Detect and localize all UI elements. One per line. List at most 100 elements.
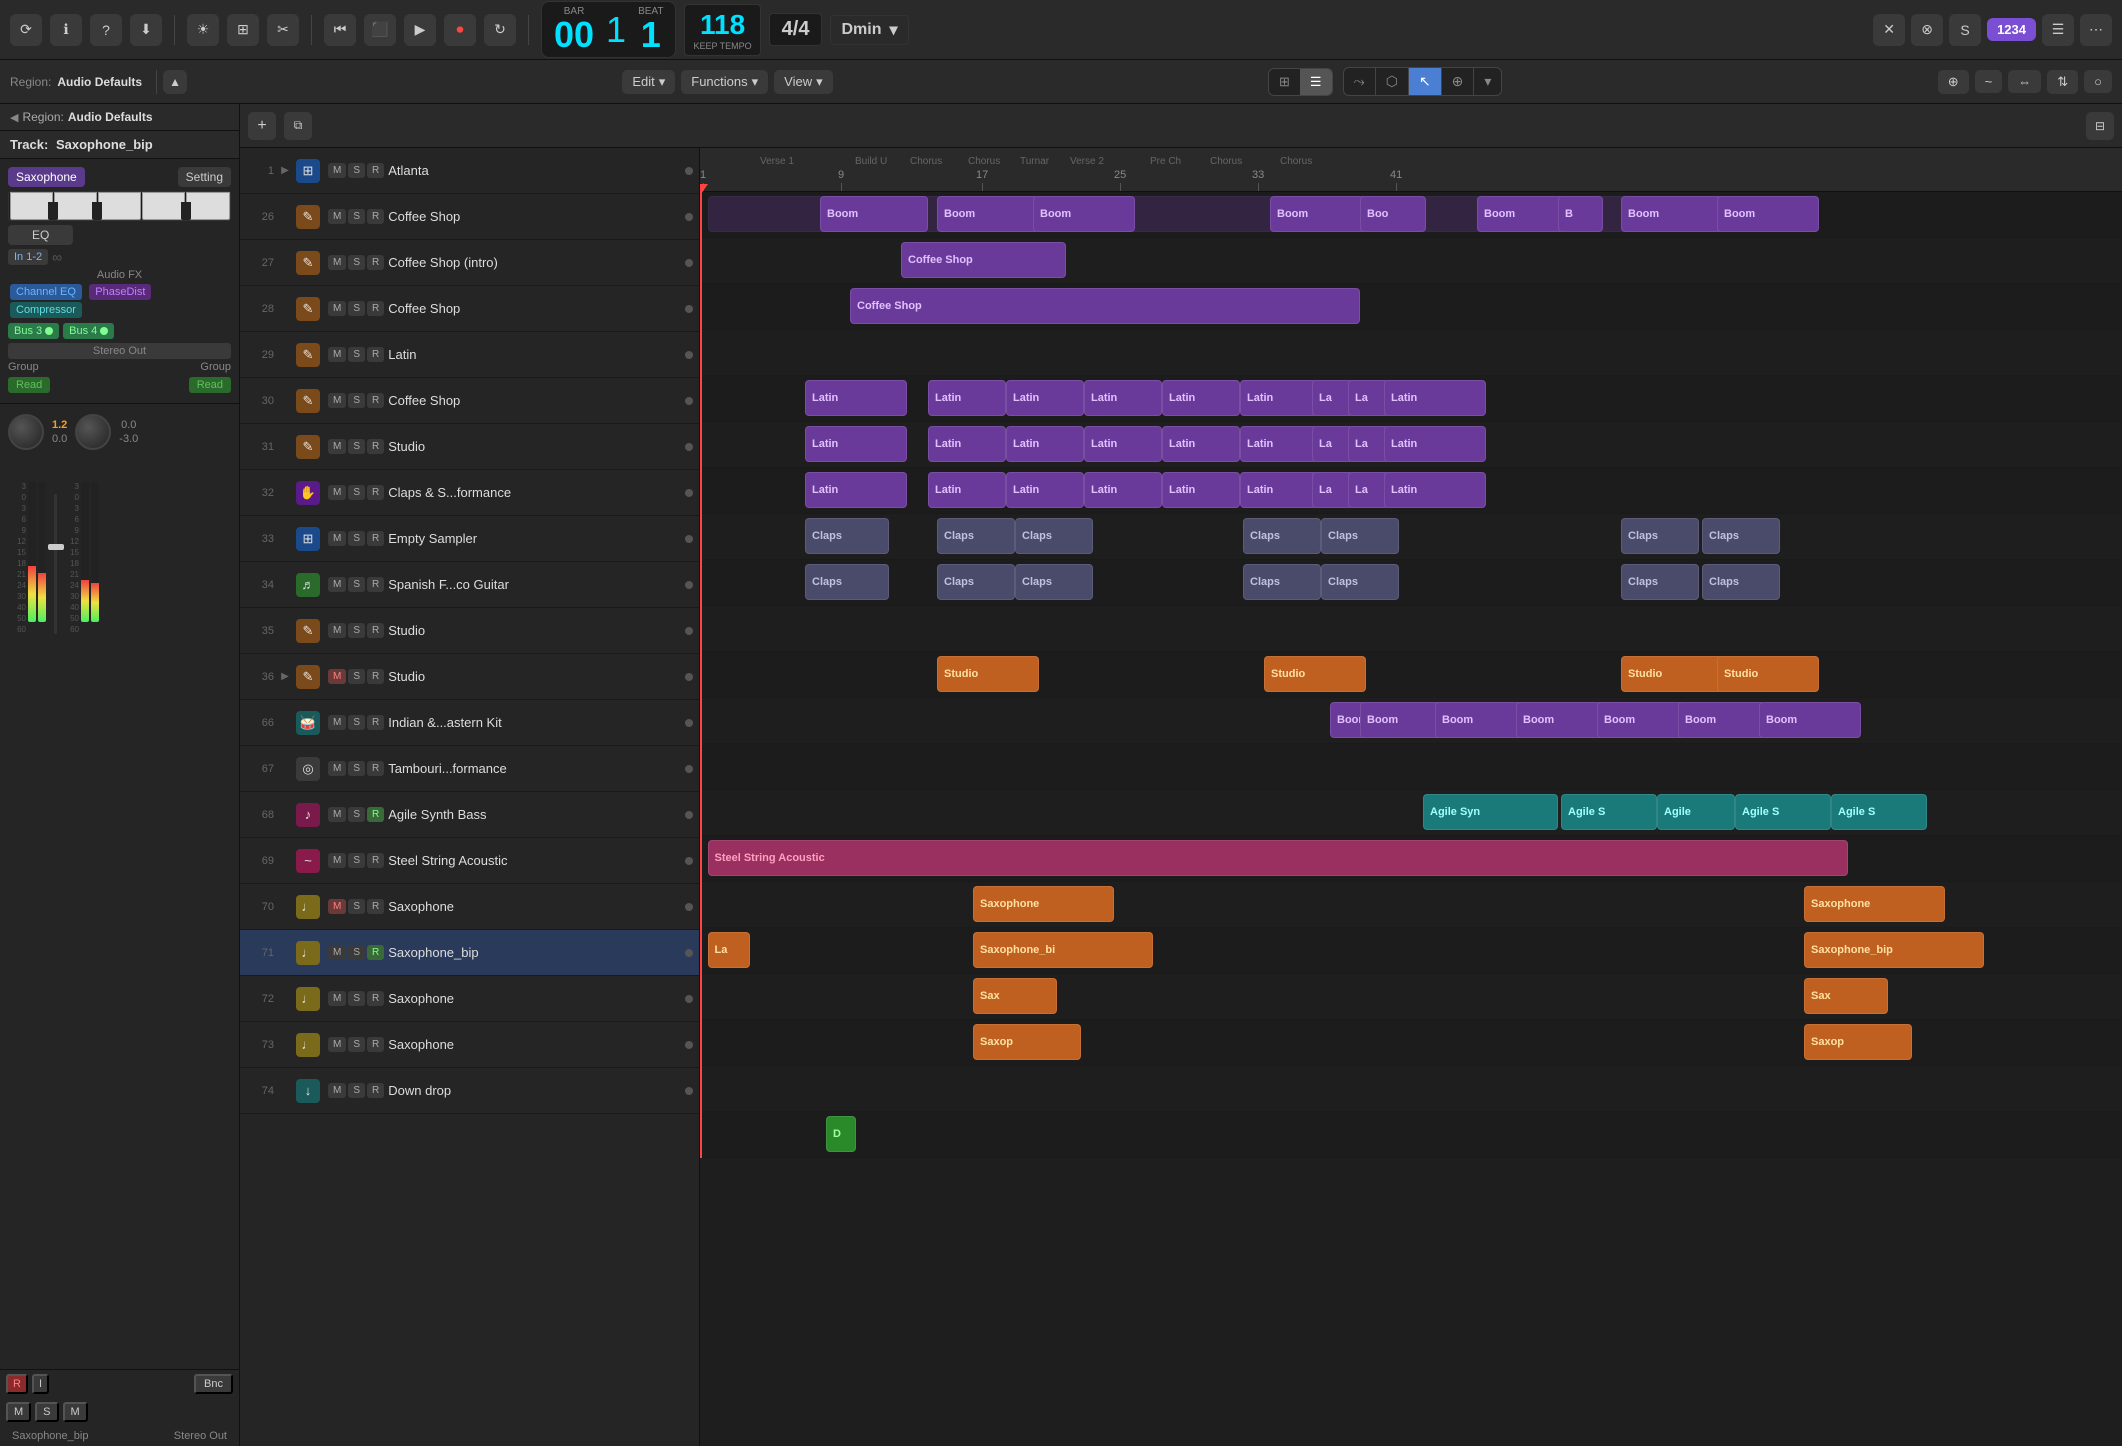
mute-btn[interactable]: M bbox=[328, 163, 346, 178]
mute-btn[interactable]: M bbox=[328, 347, 346, 362]
user-badge[interactable]: 1234 bbox=[1987, 18, 2036, 41]
track-row[interactable]: 31 ✎ M S R Studio bbox=[240, 424, 699, 470]
solo-btn[interactable]: S bbox=[348, 853, 365, 868]
mute-btn[interactable]: M bbox=[328, 439, 346, 454]
clip[interactable]: Claps bbox=[1621, 518, 1699, 554]
clip[interactable]: Claps bbox=[1702, 518, 1780, 554]
clip[interactable]: Latin bbox=[1006, 380, 1084, 416]
mute-btn[interactable]: M bbox=[328, 669, 346, 684]
mute-btn[interactable]: M bbox=[328, 1037, 346, 1052]
rec-btn[interactable]: R bbox=[367, 393, 384, 408]
clip[interactable]: Coffee Shop bbox=[901, 242, 1066, 278]
pointer-tool-btn[interactable]: ↖ bbox=[1409, 68, 1442, 95]
clip[interactable]: Boom bbox=[1477, 196, 1567, 232]
bus3-chip[interactable]: Bus 3 bbox=[8, 323, 59, 339]
rec-btn[interactable]: R bbox=[367, 991, 384, 1006]
rec-btn[interactable]: R bbox=[367, 577, 384, 592]
clip[interactable]: Boom bbox=[1759, 702, 1861, 738]
clip[interactable]: La bbox=[708, 932, 750, 968]
r-btn[interactable]: R bbox=[6, 1374, 28, 1394]
clip[interactable]: Claps bbox=[1015, 564, 1093, 600]
rewind-btn[interactable]: ⏮ bbox=[324, 14, 356, 46]
solo-btn[interactable]: S bbox=[348, 393, 365, 408]
track-row[interactable]: 32 ✋ M S R Claps & S...formance bbox=[240, 470, 699, 516]
rec-btn[interactable]: R bbox=[367, 347, 384, 362]
clip[interactable]: Claps bbox=[1243, 518, 1321, 554]
clip[interactable]: Boom bbox=[1033, 196, 1135, 232]
volume-knob[interactable] bbox=[8, 414, 44, 450]
mute-btn[interactable]: M bbox=[328, 1083, 346, 1098]
solo-btn[interactable]: S bbox=[348, 807, 365, 822]
view-menu[interactable]: View ▾ bbox=[774, 70, 832, 94]
mute-btn[interactable]: M bbox=[328, 301, 346, 316]
compressor-chip[interactable]: Compressor bbox=[10, 302, 82, 318]
list-btn[interactable]: ☰ bbox=[2042, 14, 2074, 46]
plugin-btn[interactable]: ⊗ bbox=[1911, 14, 1943, 46]
mute-btn[interactable]: M bbox=[328, 899, 346, 914]
help-btn[interactable]: ? bbox=[90, 14, 122, 46]
track-row[interactable]: 71 ♩ M S R Saxophone_bip bbox=[240, 930, 699, 976]
bus4-chip[interactable]: Bus 4 bbox=[63, 323, 114, 339]
track-expand[interactable]: ▶ bbox=[278, 164, 292, 178]
clip[interactable]: Latin bbox=[1006, 472, 1084, 508]
mute-btn[interactable]: M bbox=[328, 945, 346, 960]
loop-btn[interactable]: ⟳ bbox=[10, 14, 42, 46]
mixer-btn[interactable]: ⊞ bbox=[227, 14, 259, 46]
track-row[interactable]: 30 ✎ M S R Coffee Shop bbox=[240, 378, 699, 424]
track-row[interactable]: 26 ✎ M S R Coffee Shop bbox=[240, 194, 699, 240]
clip[interactable]: Latin bbox=[1240, 380, 1318, 416]
mute-btn[interactable]: M bbox=[328, 853, 346, 868]
clip[interactable]: Latin bbox=[1162, 426, 1240, 462]
clip[interactable]: Latin bbox=[928, 380, 1006, 416]
mute-btn[interactable]: M bbox=[328, 209, 346, 224]
rec-btn[interactable]: R bbox=[367, 301, 384, 316]
track-row[interactable]: 35 ✎ M S R Studio bbox=[240, 608, 699, 654]
clip[interactable]: Latin bbox=[1084, 472, 1162, 508]
clip[interactable]: Latin bbox=[1240, 472, 1318, 508]
clip[interactable]: Latin bbox=[1084, 380, 1162, 416]
rec-btn[interactable]: R bbox=[367, 623, 384, 638]
clip[interactable]: Boom bbox=[1621, 196, 1723, 232]
track-row[interactable]: 28 ✎ M S R Coffee Shop bbox=[240, 286, 699, 332]
duplicate-track-btn[interactable]: ⧉ bbox=[284, 112, 312, 140]
clip[interactable]: Latin bbox=[1384, 380, 1486, 416]
setting-btn[interactable]: Setting bbox=[178, 167, 231, 187]
s-btn-bottom[interactable]: S bbox=[35, 1402, 58, 1422]
clip[interactable]: Boom bbox=[1717, 196, 1819, 232]
mute-btn[interactable]: M bbox=[328, 531, 346, 546]
clip[interactable]: Agile bbox=[1657, 794, 1735, 830]
mute-btn[interactable]: M bbox=[328, 623, 346, 638]
clip[interactable]: Coffee Shop bbox=[850, 288, 1360, 324]
clip[interactable]: Claps bbox=[805, 518, 889, 554]
clip[interactable]: Claps bbox=[805, 564, 889, 600]
clip[interactable]: Claps bbox=[1321, 564, 1399, 600]
track-row[interactable]: 72 ♩ M S R Saxophone bbox=[240, 976, 699, 1022]
clip[interactable]: Claps bbox=[1621, 564, 1699, 600]
clip[interactable]: Studio bbox=[1264, 656, 1366, 692]
clip[interactable]: Saxophone bbox=[1804, 886, 1945, 922]
m-btn-bottom2[interactable]: M bbox=[63, 1402, 88, 1422]
clip[interactable]: Agile S bbox=[1561, 794, 1657, 830]
clip[interactable]: Claps bbox=[937, 564, 1015, 600]
clip[interactable]: Claps bbox=[1321, 518, 1399, 554]
rec-btn[interactable]: R bbox=[367, 531, 384, 546]
solo-btn[interactable]: S bbox=[348, 301, 365, 316]
track-row[interactable]: 70 ♩ M S R Saxophone bbox=[240, 884, 699, 930]
functions-menu[interactable]: Functions ▾ bbox=[681, 70, 768, 94]
clip[interactable]: Claps bbox=[1015, 518, 1093, 554]
rec-btn[interactable]: R bbox=[367, 209, 384, 224]
clip[interactable]: Latin bbox=[1240, 426, 1318, 462]
clip[interactable]: D bbox=[826, 1116, 856, 1152]
fader-handle[interactable] bbox=[48, 544, 64, 550]
zoom-btn[interactable]: ⊕ bbox=[1938, 70, 1969, 94]
track-row[interactable]: 67 ◎ M S R Tambouri...formance bbox=[240, 746, 699, 792]
clip[interactable]: Saxop bbox=[1804, 1024, 1912, 1060]
read-btn-right[interactable]: Read bbox=[189, 377, 231, 393]
mute-btn[interactable]: M bbox=[328, 761, 346, 776]
clip[interactable]: Latin bbox=[1384, 472, 1486, 508]
rec-btn[interactable]: R bbox=[367, 715, 384, 730]
timesig-display[interactable]: 4/4 bbox=[769, 13, 823, 46]
track-row[interactable]: 36 ▶ ✎ M S R Studio bbox=[240, 654, 699, 700]
solo-btn[interactable]: S bbox=[348, 945, 365, 960]
clip[interactable]: Latin bbox=[928, 472, 1006, 508]
